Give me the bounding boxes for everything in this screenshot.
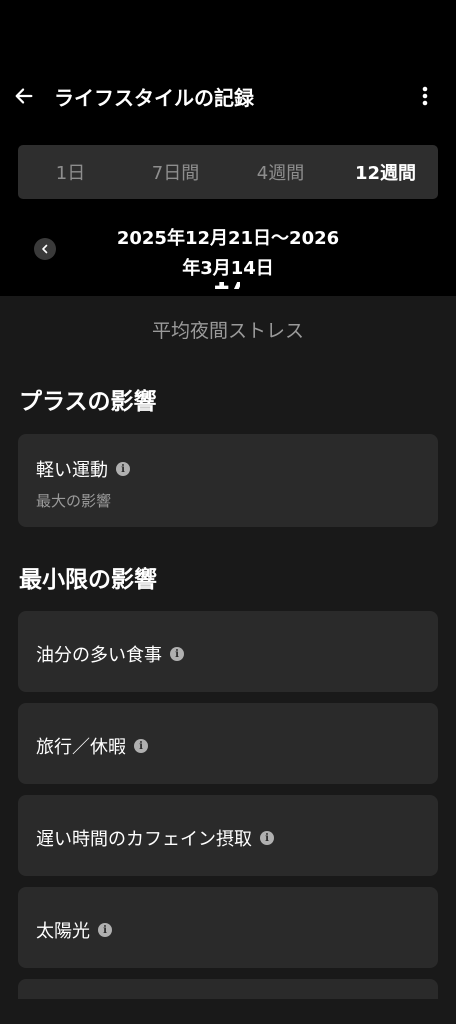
period-selector: 1日 7日間 4週間 12週間: [18, 145, 438, 199]
card-title: 軽い運動 i: [36, 456, 130, 482]
tab-7-days[interactable]: 7日間: [123, 145, 228, 199]
average-night-stress-label: 平均夜間ストレス: [151, 320, 304, 342]
minimal-impact-title: 最小限の影響: [19, 567, 157, 593]
average-stress-value: 17: [212, 282, 240, 296]
more-options-button[interactable]: [410, 80, 440, 112]
date-range: 2025年12月21日～2026 年3月14日: [100, 224, 356, 284]
tab-1-day[interactable]: 1日: [18, 145, 123, 199]
info-icon[interactable]: i: [98, 923, 112, 937]
card-subtitle: 最大の影響: [36, 492, 112, 510]
oily-food-card[interactable]: 油分の多い食事 i: [18, 611, 438, 692]
back-button[interactable]: [8, 80, 40, 112]
late-caffeine-card[interactable]: 遅い時間のカフェイン摂取 i: [18, 795, 438, 876]
info-icon[interactable]: i: [170, 647, 184, 661]
arrow-left-icon: [15, 88, 33, 104]
card-title: 旅行／休暇 i: [36, 733, 148, 759]
card-title: 太陽光 i: [36, 917, 112, 943]
info-icon[interactable]: i: [134, 739, 148, 753]
light-exercise-card[interactable]: 軽い運動 i 最大の影響: [18, 434, 438, 527]
next-card-partial[interactable]: [18, 979, 438, 999]
sunlight-card[interactable]: 太陽光 i: [18, 887, 438, 968]
card-title: 油分の多い食事 i: [36, 641, 184, 667]
info-icon[interactable]: i: [116, 462, 130, 476]
chevron-left-icon: [42, 244, 48, 254]
previous-period-button[interactable]: [34, 238, 56, 260]
date-range-line-2: 年3月14日: [182, 258, 274, 279]
app-bar: ライフスタイルの記録: [0, 72, 456, 120]
tab-12-weeks[interactable]: 12週間: [333, 145, 438, 199]
travel-vacation-card[interactable]: 旅行／休暇 i: [18, 703, 438, 784]
page-title: ライフスタイルの記録: [54, 86, 254, 110]
tab-4-weeks[interactable]: 4週間: [228, 145, 333, 199]
info-icon[interactable]: i: [260, 831, 274, 845]
date-range-line-1: 2025年12月21日～2026: [116, 228, 340, 249]
card-title: 遅い時間のカフェイン摂取 i: [36, 825, 274, 851]
more-vertical-icon: [422, 86, 428, 106]
plus-impact-title: プラスの影響: [19, 389, 157, 415]
header: ライフスタイルの記録 1日 7日間 4週間 12週間 2025年12月21日～2…: [0, 0, 456, 296]
